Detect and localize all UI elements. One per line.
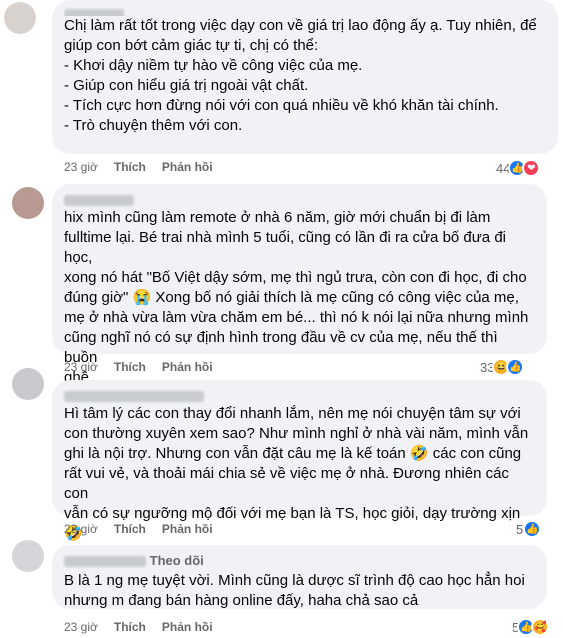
avatar[interactable] — [12, 540, 44, 572]
like-button[interactable]: Thích — [114, 620, 146, 634]
reaction-summary[interactable]: 5 👍 — [516, 520, 542, 538]
reply-button[interactable]: Phản hồi — [162, 522, 213, 536]
reply-button[interactable]: Phản hồi — [162, 620, 213, 634]
comment-bubble: Theo dõi B là 1 ng mẹ tuyệt vời. Mình cũ… — [52, 545, 547, 609]
like-reaction-icon: 👍 — [506, 358, 525, 376]
comment-actions: 23 giờ Thích Phản hồi — [64, 160, 213, 174]
commenter-name[interactable] — [64, 192, 535, 208]
reaction-count: 5 — [516, 521, 524, 537]
comment-text: B là 1 ng mẹ tuyệt vời. Mình cũng là dượ… — [64, 572, 525, 609]
commenter-name[interactable] — [64, 6, 546, 16]
reaction-summary[interactable]: 44 👍 ❤ — [496, 159, 541, 177]
comment-time[interactable]: 23 giờ — [64, 620, 98, 634]
like-button[interactable]: Thích — [114, 160, 146, 174]
avatar[interactable] — [4, 2, 36, 34]
avatar[interactable] — [12, 368, 44, 400]
comment-actions: 23 giờ Thích Phản hồi — [64, 620, 213, 634]
comment-actions: 23 giờ Thích Phản hồi — [64, 522, 213, 536]
reply-button[interactable]: Phản hồi — [162, 360, 213, 374]
love-reaction-icon: ❤ — [522, 159, 541, 177]
reaction-summary[interactable]: 33 😆 👍 — [480, 358, 525, 376]
reaction-summary[interactable]: 5 👍 🥰 — [512, 618, 550, 636]
comment-bubble: hix mình cũng làm remote ở nhà 6 năm, gi… — [52, 184, 547, 386]
comment-time[interactable]: 23 giờ — [64, 360, 98, 374]
avatar[interactable] — [12, 187, 44, 219]
reply-button[interactable]: Phản hồi — [162, 160, 213, 174]
like-reaction-icon: 👍 — [523, 520, 542, 538]
comment-actions: 23 giờ Thích Phản hồi — [64, 360, 213, 374]
comment-time[interactable]: 23 giờ — [64, 522, 98, 536]
comment-text: Chị làm rất tốt trong việc dạy con về gi… — [64, 17, 537, 134]
comment-time[interactable]: 23 giờ — [64, 160, 98, 174]
commenter-name[interactable] — [64, 388, 535, 404]
comment-bubble: Chị làm rất tốt trong việc dạy con về gi… — [52, 0, 558, 154]
commenter-name[interactable]: Theo dõi — [64, 553, 535, 569]
comment-bubble: Hì tâm lý các con thay đổi nhanh lắm, nê… — [52, 380, 547, 542]
care-reaction-icon: 🥰 — [531, 618, 550, 636]
follow-link[interactable]: Theo dõi — [150, 553, 204, 568]
like-button[interactable]: Thích — [114, 360, 146, 374]
like-button[interactable]: Thích — [114, 522, 146, 536]
